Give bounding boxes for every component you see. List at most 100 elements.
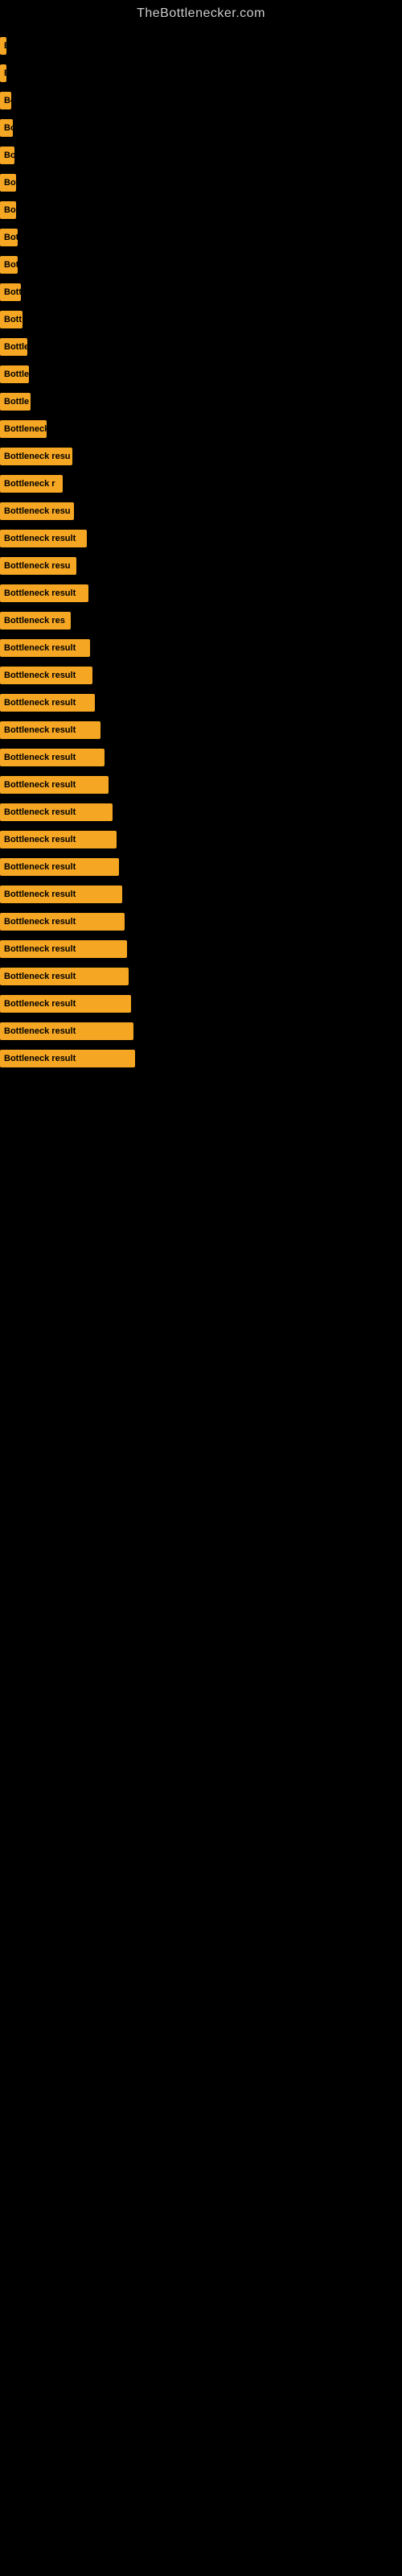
bar-row: Bo xyxy=(0,142,402,169)
bar-label-text: Bottleneck resu xyxy=(2,452,72,461)
bar-label-text: Bo xyxy=(2,96,11,105)
bar-row: Bottle xyxy=(0,361,402,388)
bar-item: Bottleneck result xyxy=(0,1022,133,1040)
bar-item: Bottleneck result xyxy=(0,584,88,602)
bar-row: Bottleneck resu xyxy=(0,497,402,525)
bar-item: Bot xyxy=(0,229,18,246)
bar-label-text: Bottle xyxy=(2,397,31,407)
bar-item: Bottleneck resu xyxy=(0,448,72,465)
bar-row: Bottle xyxy=(0,333,402,361)
bar-item: Bott xyxy=(0,283,21,301)
bar-label-text: Bottleneck result xyxy=(2,780,78,790)
bar-item: B xyxy=(0,37,6,55)
bar-row: Bottleneck result xyxy=(0,935,402,963)
bar-item: Bot xyxy=(0,256,18,274)
bar-item: Bo xyxy=(0,147,14,164)
bar-label-text: Bot xyxy=(2,260,18,270)
bar-label-text: Bottleneck result xyxy=(2,1026,78,1036)
bar-item: Bottleneck resu xyxy=(0,502,74,520)
bar-row: Bo xyxy=(0,114,402,142)
bar-item: Bottle xyxy=(0,338,27,356)
bar-row: B xyxy=(0,32,402,60)
site-title: TheBottlenecker.com xyxy=(0,0,402,24)
bar-item: Bottleneck result xyxy=(0,995,131,1013)
bar-label-text: B xyxy=(2,68,6,78)
bar-row: Bottleneck result xyxy=(0,908,402,935)
bar-label-text: Bo xyxy=(2,123,13,133)
bar-item: Bottleneck result xyxy=(0,721,100,739)
bar-label-text: Bottleneck res xyxy=(2,616,68,625)
bar-item: Bottleneck resu xyxy=(0,557,76,575)
bar-row: Bottleneck result xyxy=(0,689,402,716)
bar-label-text: Bo xyxy=(2,151,14,160)
bar-item: Bottleneck xyxy=(0,420,47,438)
bar-label-text: Bottleneck result xyxy=(2,999,78,1009)
bar-label-text: Bottleneck result xyxy=(2,588,78,598)
bar-item: Bottleneck result xyxy=(0,886,122,903)
bar-item: Bottleneck r xyxy=(0,475,63,493)
bar-label-text: Bottleneck xyxy=(2,424,47,434)
bar-label-text: B xyxy=(2,41,6,51)
bar-label-text: Bottleneck result xyxy=(2,807,78,817)
bar-row: Bottleneck result xyxy=(0,716,402,744)
bar-label-text: Bottleneck result xyxy=(2,972,78,981)
bar-row: Bottleneck result xyxy=(0,744,402,771)
bar-row: Bottleneck result xyxy=(0,1045,402,1072)
bar-item: B xyxy=(0,64,6,82)
bar-row: Bottleneck result xyxy=(0,1018,402,1045)
bar-item: Bottleneck result xyxy=(0,803,113,821)
bar-item: Bottleneck result xyxy=(0,530,87,547)
bar-item: Bottle xyxy=(0,365,29,383)
bar-label-text: Bott xyxy=(2,315,23,324)
bar-label-text: Bottleneck result xyxy=(2,643,78,653)
bar-row: Bo xyxy=(0,196,402,224)
bar-item: Bottle xyxy=(0,393,31,411)
bar-item: Bot xyxy=(0,174,16,192)
bar-label-text: Bottleneck result xyxy=(2,725,78,735)
bar-label-text: Bottleneck resu xyxy=(2,561,73,571)
bar-row: Bottleneck result xyxy=(0,963,402,990)
bar-label-text: Bottleneck result xyxy=(2,944,78,954)
bar-row: Bottleneck result xyxy=(0,634,402,662)
bar-item: Bo xyxy=(0,92,11,109)
bar-label-text: Bottle xyxy=(2,342,27,352)
bar-label-text: Bot xyxy=(2,178,16,188)
bar-item: Bottleneck result xyxy=(0,667,92,684)
bar-label-text: Bottleneck resu xyxy=(2,506,73,516)
bar-label-text: Bottleneck result xyxy=(2,1054,78,1063)
bar-row: Bo xyxy=(0,87,402,114)
bar-item: Bottleneck result xyxy=(0,831,117,848)
bar-item: Bo xyxy=(0,201,16,219)
bar-item: Bo xyxy=(0,119,13,137)
bar-row: Bottleneck result xyxy=(0,771,402,799)
bar-row: Bot xyxy=(0,224,402,251)
bar-row: Bot xyxy=(0,251,402,279)
bar-row: Bottleneck result xyxy=(0,525,402,552)
bar-item: Bottleneck result xyxy=(0,1050,135,1067)
bar-row: B xyxy=(0,60,402,87)
bar-label-text: Bo xyxy=(2,205,16,215)
bar-item: Bottleneck result xyxy=(0,940,127,958)
bar-row: Bottleneck resu xyxy=(0,443,402,470)
bar-row: Bott xyxy=(0,279,402,306)
bar-row: Bottleneck result xyxy=(0,881,402,908)
bar-item: Bottleneck result xyxy=(0,639,90,657)
bar-label-text: Bottleneck result xyxy=(2,917,78,927)
bar-item: Bottleneck result xyxy=(0,968,129,985)
bar-row: Bottleneck result xyxy=(0,826,402,853)
bar-item: Bott xyxy=(0,311,23,328)
bar-row: Bott xyxy=(0,306,402,333)
bar-label-text: Bottle xyxy=(2,369,29,379)
bar-item: Bottleneck result xyxy=(0,694,95,712)
bar-item: Bottleneck res xyxy=(0,612,71,630)
bar-label-text: Bott xyxy=(2,287,21,297)
bar-row: Bottleneck result xyxy=(0,580,402,607)
bar-item: Bottleneck result xyxy=(0,776,109,794)
bar-row: Bottleneck xyxy=(0,415,402,443)
bar-label-text: Bottleneck result xyxy=(2,671,78,680)
bar-label-text: Bottleneck result xyxy=(2,890,78,899)
bar-label-text: Bottleneck result xyxy=(2,862,78,872)
bar-item: Bottleneck result xyxy=(0,749,105,766)
bar-row: Bottleneck resu xyxy=(0,552,402,580)
bar-label-text: Bottleneck r xyxy=(2,479,58,489)
